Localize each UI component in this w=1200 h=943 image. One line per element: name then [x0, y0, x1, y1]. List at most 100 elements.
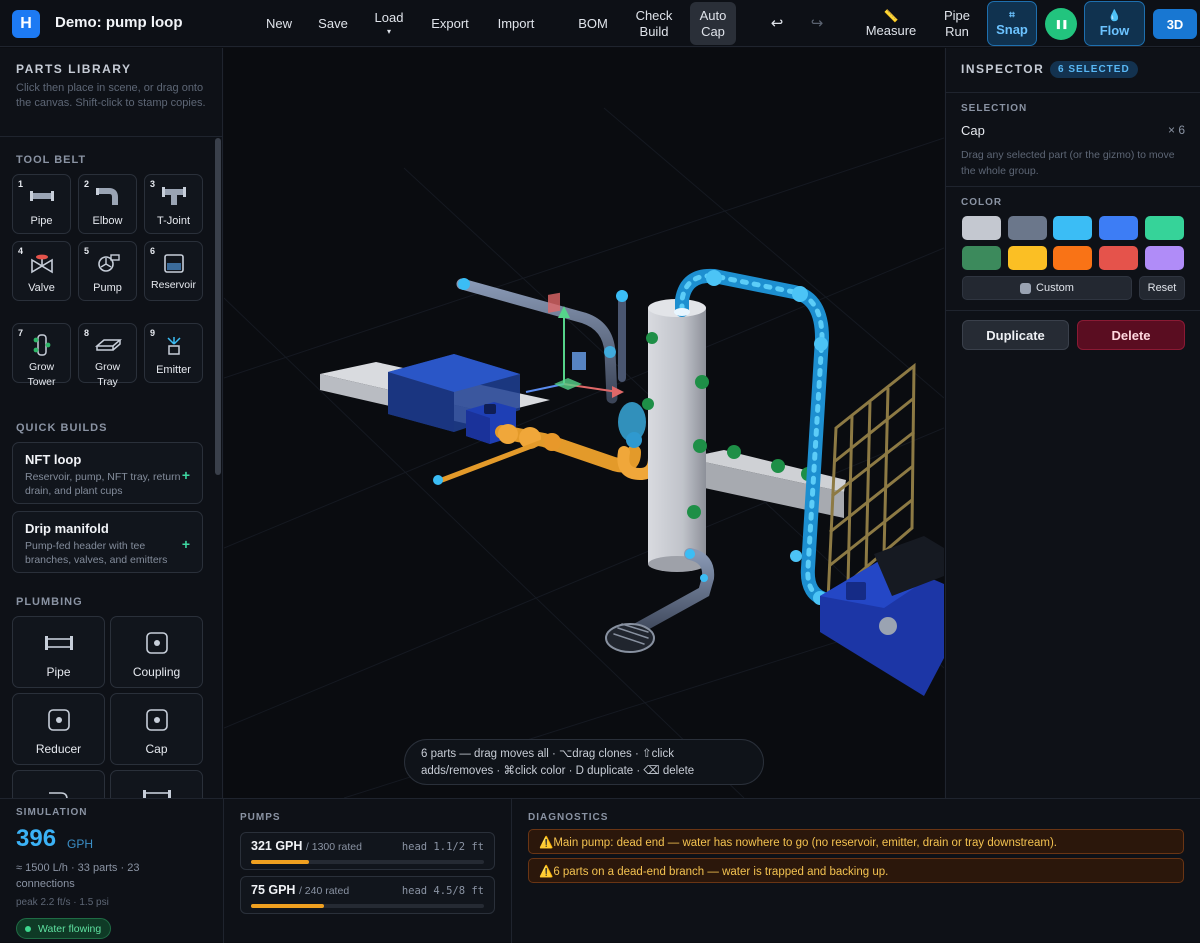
load-label: Load — [374, 9, 404, 25]
plumbing-label: Coupling — [132, 665, 181, 679]
measure-label: Measure — [865, 22, 917, 38]
tool-pump[interactable]: 5 Pump — [78, 241, 137, 301]
import-button[interactable]: Import — [490, 0, 542, 47]
divider — [0, 136, 222, 137]
tool-grow-tower[interactable]: 7 Grow Tower — [12, 323, 71, 388]
bom-button[interactable]: BOM — [570, 0, 616, 47]
simulation-section: SIMULATION 396 GPH ≈ 1500 L/h · 33 parts… — [0, 799, 224, 943]
quick-build-description: Reservoir, pump, NFT tray, return drain,… — [25, 471, 181, 497]
flow-toggle[interactable]: 💧 Flow — [1084, 1, 1145, 46]
flow-rate-value: 396 — [16, 825, 57, 852]
pump-card[interactable]: 75 GPH / 240 rated head 4.5/8 ft — [240, 876, 495, 914]
color-swatch[interactable] — [962, 246, 1001, 270]
pump-rated: / 1300 rated — [305, 841, 362, 853]
pump-icon — [97, 254, 120, 272]
add-icon[interactable]: + — [182, 536, 190, 552]
color-swatch[interactable] — [1145, 246, 1184, 270]
color-swatch[interactable] — [1053, 246, 1092, 270]
diagnostic-warning[interactable]: ⚠️6 parts on a dead-end branch — water i… — [528, 858, 1184, 883]
color-swatch[interactable] — [1099, 246, 1138, 270]
plumbing-pipe[interactable]: Pipe — [12, 616, 105, 688]
hotkey-number: 7 — [18, 328, 24, 338]
snap-toggle[interactable]: ⌗ Snap — [987, 1, 1037, 46]
check-build-label-2: Build — [639, 23, 669, 39]
redo-icon[interactable]: ↪ — [804, 0, 830, 47]
color-swatch[interactable] — [1053, 216, 1092, 240]
view-3d-toggle[interactable]: 3D — [1153, 9, 1197, 39]
reducer-icon — [47, 709, 70, 731]
load-button[interactable]: Load ▾ — [368, 0, 410, 47]
diagnostic-warning[interactable]: ⚠️Main pump: dead end — water has nowher… — [528, 829, 1184, 854]
custom-color-label: Custom — [1036, 282, 1074, 294]
tool-pipe[interactable]: 1 Pipe — [12, 174, 71, 234]
delete-button[interactable]: Delete — [1077, 320, 1185, 350]
custom-color-button[interactable]: Custom — [962, 276, 1132, 300]
duplicate-button[interactable]: Duplicate — [962, 320, 1069, 350]
pump-head: head 1.1/2 ft — [401, 841, 484, 853]
pump-flow: 75 GPH / 240 rated — [251, 883, 349, 897]
tool-reservoir[interactable]: 6 Reservoir — [144, 241, 203, 301]
pipe-run-button[interactable]: Pipe Run — [934, 0, 980, 47]
tool-valve[interactable]: 4 Valve — [12, 241, 71, 301]
pump-card[interactable]: 321 GPH / 1300 rated head 1.1/2 ft — [240, 832, 495, 870]
inspector-panel: INSPECTOR 6 SELECTED SELECTION Cap × 6 D… — [945, 48, 1200, 798]
add-icon[interactable]: + — [182, 467, 190, 483]
selected-valve[interactable] — [618, 402, 646, 448]
quick-build-drip-manifold[interactable]: Drip manifold Pump-fed header with tee b… — [12, 511, 203, 573]
hotkey-number: 1 — [18, 179, 24, 189]
hint-line-1: 6 parts — drag moves all · ⌥drag clones … — [421, 748, 674, 760]
valve-icon — [30, 254, 53, 274]
scene-canvas[interactable] — [224, 48, 944, 798]
measure-button[interactable]: 📏 Measure — [862, 0, 920, 47]
selection-hint-bar: 6 parts — drag moves all · ⌥drag clones … — [404, 739, 764, 785]
snap-label: Snap — [996, 22, 1028, 37]
flow-rate-unit: GPH — [67, 837, 94, 851]
scene-viewport[interactable]: 6 parts — drag moves all · ⌥drag clones … — [224, 48, 944, 798]
hotkey-number: 6 — [150, 246, 156, 256]
plumbing-elbow[interactable] — [12, 770, 105, 798]
hotkey-number: 3 — [150, 179, 156, 189]
divider — [946, 310, 1200, 311]
ruler-icon: 📏 — [883, 8, 899, 23]
quick-build-title: NFT loop — [25, 452, 82, 467]
plumbing-reducer[interactable]: Reducer — [12, 693, 105, 765]
right-grow-tray[interactable] — [686, 450, 846, 518]
simulation-summary: ≈ 1500 L/h · 33 parts · 23 connections — [16, 862, 140, 890]
color-swatch[interactable] — [1008, 216, 1047, 240]
cap-icon — [145, 709, 168, 731]
tool-elbow[interactable]: 2 Elbow — [78, 174, 137, 234]
color-swatch[interactable] — [1145, 216, 1184, 240]
grow-tower[interactable] — [642, 299, 815, 572]
app-logo[interactable]: H — [12, 10, 40, 38]
tool-grow-tray[interactable]: 8 Grow Tray — [78, 323, 137, 388]
plumbing-cap[interactable]: Cap — [110, 693, 203, 765]
plumbing-tee[interactable] — [110, 770, 203, 798]
auto-cap-button[interactable]: Auto Cap — [690, 2, 736, 45]
status-panel: SIMULATION 396 GPH ≈ 1500 L/h · 33 parts… — [0, 798, 1200, 943]
scrollbar[interactable] — [215, 138, 221, 475]
reset-color-button[interactable]: Reset — [1139, 276, 1185, 300]
color-swatch[interactable] — [1008, 246, 1047, 270]
plumbing-coupling[interactable]: Coupling — [110, 616, 203, 688]
water-flowing-badge: Water flowing — [16, 918, 112, 939]
export-button[interactable]: Export — [424, 0, 476, 47]
new-button[interactable]: New — [258, 0, 300, 47]
selected-count-badge: 6 SELECTED — [1050, 61, 1138, 78]
save-button[interactable]: Save — [312, 0, 354, 47]
tee-icon — [161, 187, 186, 205]
auto-cap-label-2: Cap — [701, 23, 725, 39]
reservoir-icon — [163, 254, 184, 273]
undo-icon[interactable]: ↩ — [764, 0, 790, 47]
flow-label: Flow — [1099, 22, 1130, 38]
tool-label: Elbow — [92, 215, 123, 227]
color-swatch[interactable] — [1099, 216, 1138, 240]
quick-build-nft-loop[interactable]: NFT loop Reservoir, pump, NFT tray, retu… — [12, 442, 203, 504]
tool-t-joint[interactable]: 3 T-Joint — [144, 174, 203, 234]
selection-hint: Drag any selected part (or the gizmo) to… — [961, 149, 1175, 177]
tool-emitter[interactable]: 9 Emitter — [144, 323, 203, 383]
check-build-button[interactable]: Check Build — [628, 0, 680, 47]
hotkey-number: 5 — [84, 246, 90, 256]
pause-icon[interactable]: ❚❚ — [1045, 8, 1077, 40]
color-swatch[interactable] — [962, 216, 1001, 240]
project-title[interactable]: Demo: pump loop — [55, 14, 183, 31]
